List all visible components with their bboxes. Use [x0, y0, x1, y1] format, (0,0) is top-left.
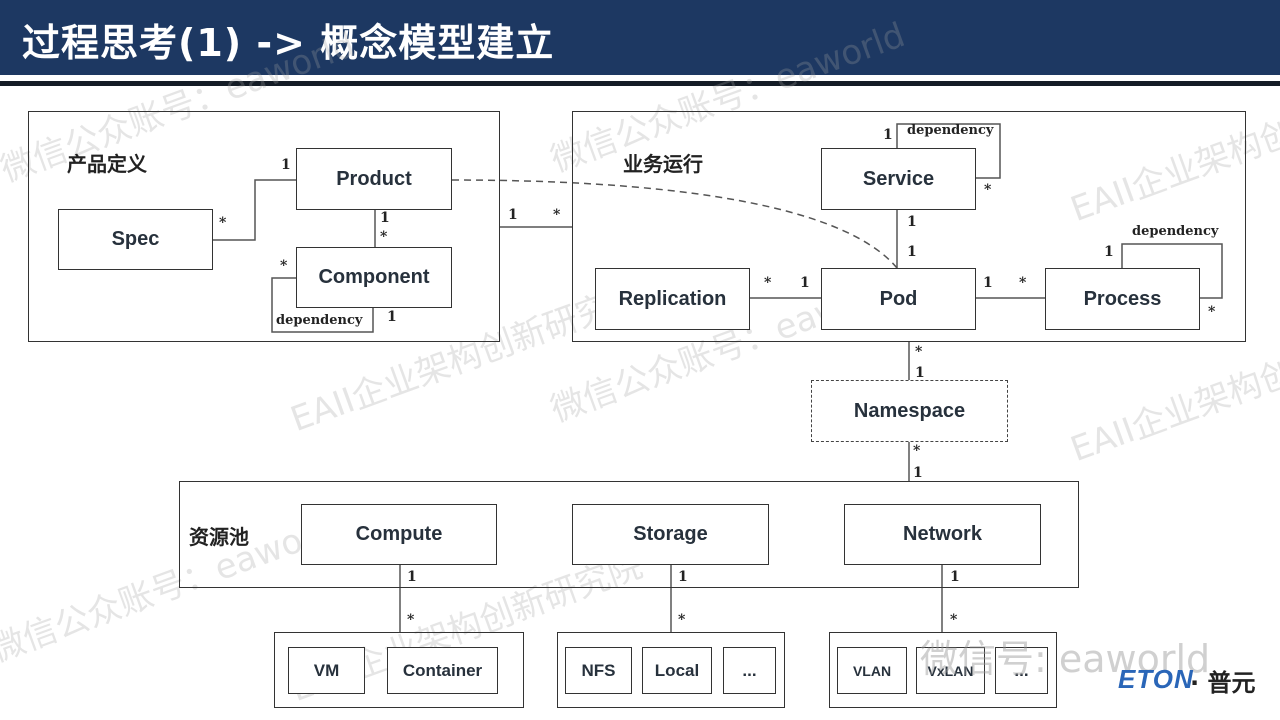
multiplicity-label: *	[553, 207, 561, 223]
multiplicity-label: 1	[915, 365, 925, 381]
primeton-logo-cn: · 普元	[1190, 669, 1256, 697]
multiplicity-label: *	[764, 275, 772, 291]
multiplicity-label: *	[407, 612, 415, 628]
local-entity[interactable]: Local	[642, 647, 712, 694]
dependency-label: dependency	[1132, 224, 1219, 239]
multiplicity-label: 1	[508, 207, 518, 223]
container-entity[interactable]: Container	[387, 647, 498, 694]
multiplicity-label: 1	[983, 275, 993, 291]
network-entity[interactable]: Network	[844, 504, 1041, 565]
more-storage-entity[interactable]: ...	[723, 647, 776, 694]
multiplicity-label: 1	[678, 569, 688, 585]
multiplicity-label: 1	[281, 157, 291, 173]
multiplicity-label: *	[950, 612, 958, 628]
multiplicity-label: *	[678, 612, 686, 628]
dependency-label: dependency	[276, 313, 363, 328]
namespace-entity[interactable]: Namespace	[811, 380, 1008, 442]
service-entity[interactable]: Service	[821, 148, 976, 210]
business-runtime-label: 业务运行	[623, 152, 703, 176]
multiplicity-label: 1	[950, 569, 960, 585]
multiplicity-label: 1	[907, 214, 917, 230]
multiplicity-label: 1	[800, 275, 810, 291]
multiplicity-label: *	[913, 443, 921, 459]
product-entity[interactable]: Product	[296, 148, 452, 210]
storage-entity[interactable]: Storage	[572, 504, 769, 565]
multiplicity-label: 1	[907, 244, 917, 260]
vlan-entity[interactable]: VLAN	[837, 647, 907, 694]
multiplicity-label: *	[984, 182, 992, 198]
vm-entity[interactable]: VM	[288, 647, 365, 694]
resource-pool-label: 资源池	[189, 525, 249, 549]
nfs-entity[interactable]: NFS	[565, 647, 632, 694]
multiplicity-label: *	[1019, 275, 1027, 291]
compute-entity[interactable]: Compute	[301, 504, 497, 565]
process-entity[interactable]: Process	[1045, 268, 1200, 330]
multiplicity-label: 1	[387, 309, 397, 325]
multiplicity-label: *	[280, 258, 288, 274]
spec-entity[interactable]: Spec	[58, 209, 213, 270]
dependency-label: dependency	[907, 123, 994, 138]
multiplicity-label: 1	[1104, 244, 1114, 260]
multiplicity-label: *	[915, 344, 923, 360]
multiplicity-label: 1	[380, 210, 390, 226]
multiplicity-label: *	[380, 229, 388, 245]
pod-entity[interactable]: Pod	[821, 268, 976, 330]
multiplicity-label: 1	[407, 569, 417, 585]
component-entity[interactable]: Component	[296, 247, 452, 308]
multiplicity-label: *	[1208, 304, 1216, 320]
replication-entity[interactable]: Replication	[595, 268, 750, 330]
multiplicity-label: 1	[883, 127, 893, 143]
primeton-logo: ETON	[1118, 664, 1194, 694]
multiplicity-label: 1	[913, 465, 923, 481]
product-definition-label: 产品定义	[67, 152, 147, 176]
multiplicity-label: *	[219, 215, 227, 231]
